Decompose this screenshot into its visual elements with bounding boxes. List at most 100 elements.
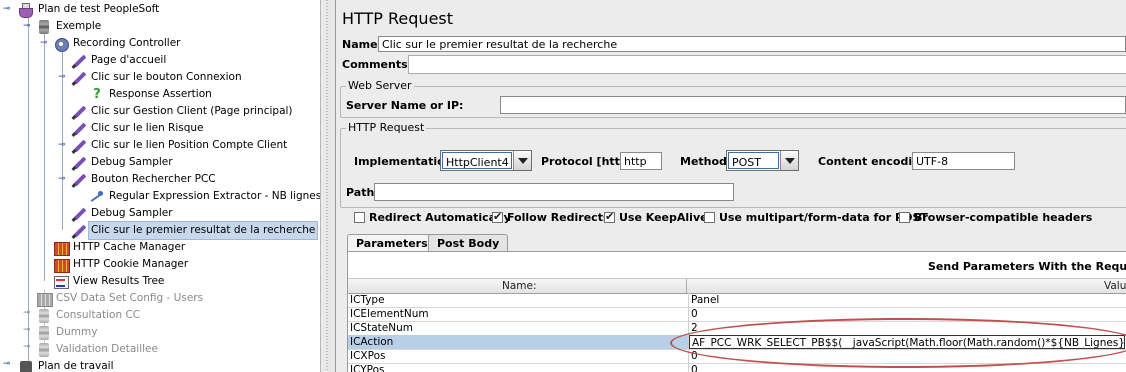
tree-item-config-disabled[interactable]: CSV Data Set Config - Users (36, 290, 203, 307)
tree-item-thread-group-disabled[interactable]: Consultation CC (36, 307, 140, 324)
sampler-icon (71, 138, 87, 154)
server-name-field[interactable] (500, 96, 1126, 114)
tab-parameters[interactable]: Parameters (347, 234, 437, 251)
browser-compatible-headers-checkbox[interactable]: Browser-compatible headers (899, 211, 1092, 224)
tree-item-thread-group-disabled[interactable]: Validation Detaillee (36, 341, 158, 358)
tree-item-label: Validation Detaillee (56, 343, 158, 355)
tree-item-label: Clic sur Gestion Client (Page principal) (91, 105, 293, 117)
sampler-icon (71, 121, 87, 137)
checkbox-label: Follow Redirects (507, 211, 610, 224)
thread-group-icon (36, 308, 52, 324)
param-name[interactable]: ICXPos (348, 349, 689, 363)
implementation-select[interactable]: HttpClient4 (440, 150, 532, 171)
test-plan-tree[interactable]: ⊸ ⊸ ⊸ ⊸ ⊸ ⊸ ⊸ ⊸ ⊸ ⊸ Plan de test PeopleS… (0, 0, 320, 372)
method-label: Method: (680, 155, 732, 168)
tree-item-assertion[interactable]: ? Response Assertion (89, 86, 212, 103)
table-header: Name: Valu (348, 278, 1126, 294)
tree-item-label: Clic sur le premier resultat de la reche… (88, 221, 319, 240)
recording-controller-icon (53, 36, 69, 52)
protocol-field[interactable]: http (620, 152, 662, 170)
tree-item-label: HTTP Cookie Manager (73, 258, 189, 270)
param-name[interactable]: ICStateNum (348, 321, 689, 335)
tree-item-test-plan[interactable]: Plan de test PeopleSoft (18, 1, 159, 18)
tree-item-regex-extractor[interactable]: Regular Expression Extractor - NB lignes (89, 188, 320, 205)
tree-item-sampler[interactable]: Page d'accueil (71, 52, 166, 69)
workbench-icon (18, 359, 34, 372)
chevron-down-icon[interactable] (780, 151, 798, 170)
tree-item-workbench[interactable]: Plan de travail (18, 358, 114, 372)
checkbox-box-checked (492, 210, 503, 223)
tree-item-label: Regular Expression Extractor - NB lignes (109, 190, 320, 202)
checkbox-label: Use KeepAlive (619, 211, 708, 224)
page-title: HTTP Request (342, 9, 454, 28)
column-header-name[interactable]: Name: (502, 279, 537, 293)
tree-item-label: Clic sur le lien Position Compte Client (91, 139, 288, 151)
annotation-ellipse (670, 318, 1126, 368)
sampler-icon (71, 104, 87, 120)
tree-item-label: Dummy (56, 326, 98, 338)
expand-icon[interactable]: ⊸ (23, 343, 31, 352)
tree-item-recording-controller[interactable]: Recording Controller (53, 35, 181, 52)
content-encoding-field[interactable]: UTF-8 (912, 152, 1015, 170)
sampler-icon (71, 70, 87, 86)
follow-redirects-checkbox[interactable]: Follow Redirects (492, 210, 610, 224)
sampler-icon (71, 53, 87, 69)
collapse-icon[interactable]: ⊸ (58, 175, 66, 184)
tree-item-config[interactable]: HTTP Cookie Manager (53, 256, 188, 273)
param-name[interactable]: ICAction (348, 335, 689, 349)
tree-item-config[interactable]: HTTP Cache Manager (53, 239, 185, 256)
tree-item-label: HTTP Cache Manager (73, 241, 186, 253)
comments-field[interactable] (408, 55, 1126, 74)
expand-icon[interactable]: ⊸ (3, 360, 11, 369)
tree-item-sampler[interactable]: Clic sur le lien Position Compte Client (71, 137, 287, 154)
tree-item-sampler[interactable]: Debug Sampler (71, 154, 173, 171)
table-row[interactable]: ICType Panel (348, 293, 1126, 308)
expand-icon[interactable]: ⊸ (23, 309, 31, 318)
tree-item-label: Exemple (56, 20, 102, 32)
tree-item-label: Plan de test PeopleSoft (38, 3, 160, 15)
sampler-icon (71, 172, 87, 188)
param-name[interactable]: ICElementNum (348, 307, 689, 321)
tree-item-thread-group-disabled[interactable]: Dummy (36, 324, 97, 341)
tree-item-sampler[interactable]: Debug Sampler (71, 205, 173, 222)
web-server-title: Web Server (346, 79, 414, 92)
param-name[interactable]: ICType (348, 293, 689, 307)
tree-item-sampler[interactable]: Clic sur le lien Risque (71, 120, 204, 137)
expand-icon[interactable]: ⊸ (23, 326, 31, 335)
checkbox-label: Use multipart/form-data for POST (719, 211, 928, 224)
tree-item-label: Clic sur le lien Risque (91, 122, 204, 134)
column-header-value[interactable]: Valu (1104, 279, 1126, 293)
tree-item-listener[interactable]: View Results Tree (53, 273, 164, 290)
tree-item-thread-group[interactable]: Exemple (36, 18, 101, 35)
collapse-icon[interactable]: ⊸ (58, 141, 66, 150)
tree-item-sampler[interactable]: Clic sur Gestion Client (Page principal) (71, 103, 293, 120)
collapse-icon[interactable]: ⊸ (23, 22, 31, 31)
path-field[interactable] (374, 183, 734, 201)
tree-item-selected-sampler[interactable]: Clic sur le premier resultat de la reche… (71, 221, 319, 240)
server-name-label: Server Name or IP: (346, 99, 464, 112)
collapse-icon[interactable]: ⊸ (3, 5, 11, 14)
chevron-down-icon[interactable] (513, 151, 531, 170)
redirect-automatically-checkbox[interactable]: Redirect Automatically (354, 211, 511, 224)
regex-extractor-icon (89, 189, 105, 205)
param-name[interactable]: ICYPos (348, 363, 689, 372)
method-select[interactable]: POST (726, 150, 799, 171)
collapse-icon[interactable]: ⊸ (40, 39, 48, 48)
param-value[interactable]: Panel (689, 293, 1126, 307)
pane-splitter[interactable] (320, 0, 336, 372)
method-value: POST (728, 152, 779, 169)
sampler-icon (71, 206, 87, 222)
assertion-icon: ? (93, 86, 101, 102)
tab-post-body[interactable]: Post Body (428, 234, 509, 251)
use-keepalive-checkbox[interactable]: Use KeepAlive (604, 210, 708, 224)
checkbox-box (704, 212, 715, 223)
use-multipart-checkbox[interactable]: Use multipart/form-data for POST (704, 211, 928, 224)
sampler-icon (71, 223, 87, 239)
tree-item-sampler[interactable]: Clic sur le bouton Connexion (71, 69, 242, 86)
collapse-icon[interactable]: ⊸ (58, 73, 66, 82)
name-field[interactable]: Clic sur le premier resultat de la reche… (378, 36, 1126, 52)
tree-item-label: Response Assertion (109, 88, 212, 100)
name-label: Name: (342, 38, 382, 51)
config-element-icon (53, 257, 70, 273)
tree-item-sampler[interactable]: Bouton Rechercher PCC (71, 171, 216, 188)
